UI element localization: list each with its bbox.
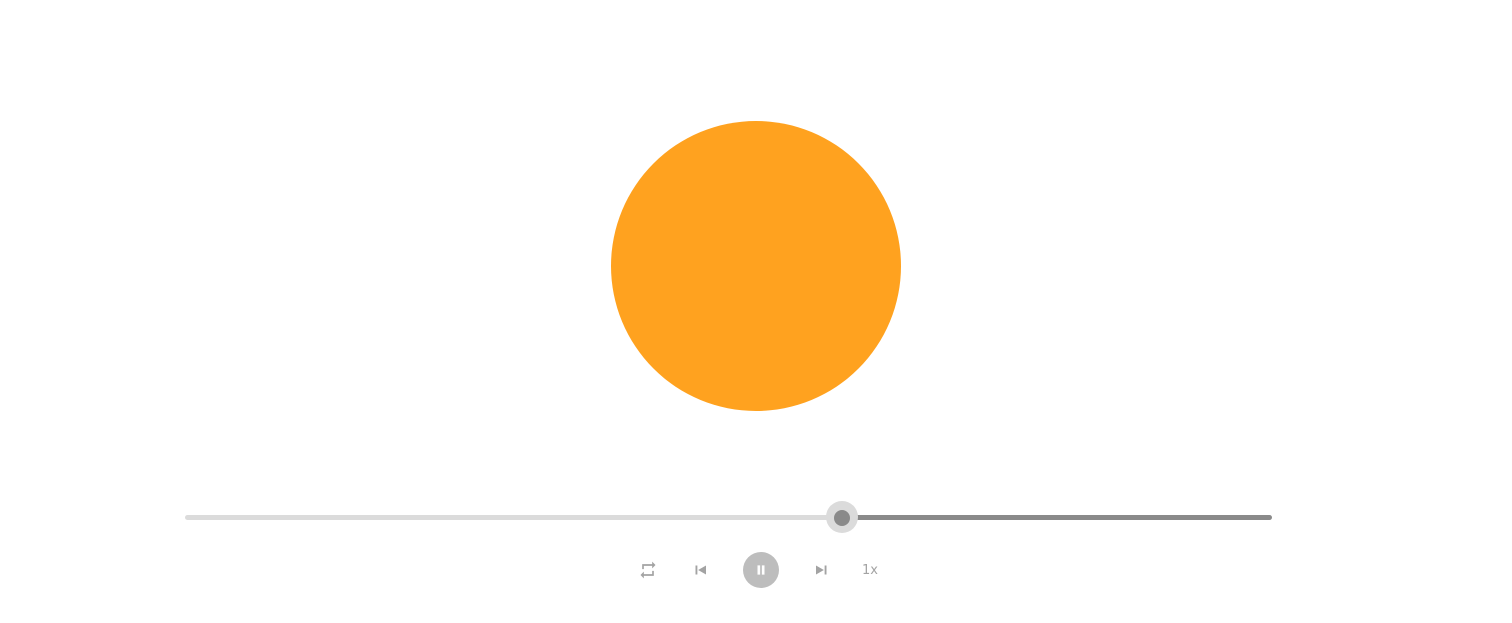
pause-icon (757, 565, 765, 575)
speed-label: 1x (862, 562, 878, 578)
skip-next-icon (816, 565, 827, 575)
skip-next-button[interactable] (810, 552, 834, 588)
progress-track-remaining (842, 515, 1272, 520)
speed-button[interactable]: 1x (858, 552, 882, 588)
repeat-button[interactable] (636, 552, 660, 588)
skip-previous-icon (695, 565, 706, 575)
progress-thumb[interactable] (834, 510, 850, 526)
repeat-icon (640, 561, 656, 579)
playback-controls: 1x (630, 552, 890, 588)
animation-circle (611, 121, 901, 411)
pause-button[interactable] (743, 552, 779, 588)
progress-slider[interactable] (185, 501, 1272, 533)
animation-player: 1x (0, 0, 1512, 623)
progress-track-played (185, 515, 842, 520)
skip-previous-button[interactable] (688, 552, 712, 588)
